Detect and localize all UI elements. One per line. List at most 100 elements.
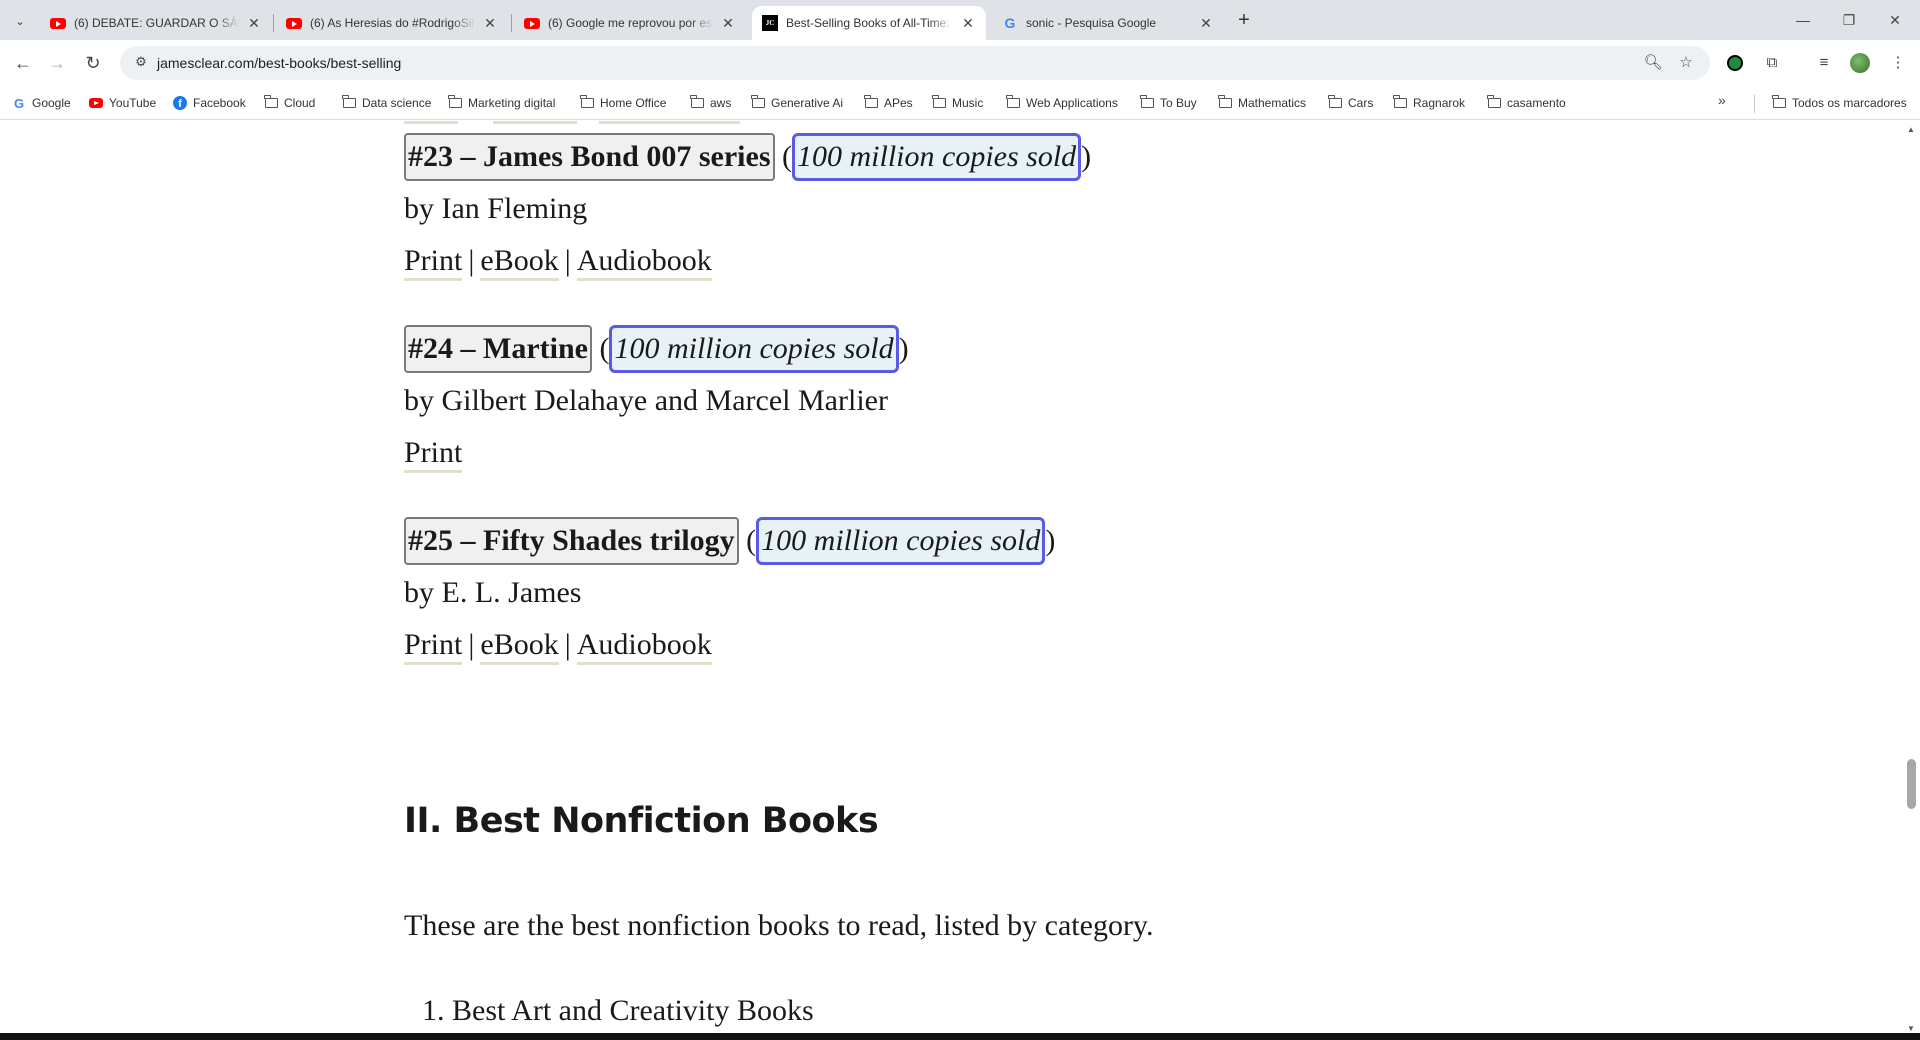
- bookmark-folder-web-applications[interactable]: Web Applications: [1006, 94, 1118, 112]
- arrow-left-icon: ←: [14, 52, 32, 73]
- copies-sold: 100 million copies sold: [609, 325, 899, 373]
- close-icon[interactable]: ✕: [482, 15, 498, 32]
- format-link-print[interactable]: Print: [404, 436, 463, 473]
- bookmark-folder-to-buy[interactable]: To Buy: [1140, 94, 1197, 112]
- bookmark-folder-cloud[interactable]: Cloud: [264, 94, 315, 112]
- new-tab-button[interactable]: +: [1232, 9, 1256, 33]
- tab-4-active[interactable]: JC Best-Selling Books of All-Time: ✕: [752, 6, 986, 40]
- bookmark-label: YouTube: [109, 96, 157, 110]
- bookmark-youtube[interactable]: YouTube: [89, 94, 156, 112]
- page-scrollbar[interactable]: ▲ ▼: [1903, 121, 1920, 1033]
- format-link-print[interactable]: Print: [404, 628, 463, 665]
- address-bar[interactable]: ⚙ jamesclear.com/best-books/best-selling…: [120, 46, 1710, 80]
- restore-button[interactable]: ❐: [1826, 0, 1872, 40]
- bookmark-folder-home-office[interactable]: Home Office: [580, 94, 666, 112]
- bookmark-folder-cars[interactable]: Cars: [1328, 94, 1373, 112]
- section-intro: These are the best nonfiction books to r…: [404, 909, 1154, 942]
- tab-1[interactable]: (6) DEBATE: GUARDAR O SÁBADO ✕: [40, 6, 272, 40]
- bookmark-folder-marketing-digital[interactable]: Marketing digital: [448, 94, 555, 112]
- category-list-item[interactable]: 1. Best Art and Creativity Books: [404, 994, 814, 1028]
- bookmark-label: To Buy: [1160, 96, 1197, 110]
- bookmark-label: Generative Ai: [771, 96, 844, 110]
- facebook-icon: f: [173, 96, 187, 110]
- book-rank-title[interactable]: #24 – Martine: [404, 325, 592, 373]
- google-icon: G: [1004, 15, 1016, 31]
- tab-separator: [273, 14, 274, 32]
- book-entry: #24 – Martine (100 million copies sold) …: [404, 323, 909, 479]
- tab-2[interactable]: (6) As Heresias do #RodrigoSilva ✕: [276, 6, 508, 40]
- bookmark-google[interactable]: G Google: [12, 94, 71, 112]
- folder-icon: [1487, 95, 1501, 110]
- site-info-icon[interactable]: ⚙: [132, 54, 150, 72]
- folder-icon: [580, 95, 594, 110]
- bookmark-label: Todos os marcadores: [1792, 96, 1907, 110]
- bookmark-all-bookmarks[interactable]: Todos os marcadores: [1772, 94, 1907, 112]
- book-author: by Ian Fleming: [404, 192, 588, 225]
- bookmarks-overflow-chevron-icon[interactable]: »: [1718, 92, 1726, 108]
- folder-icon: [448, 95, 462, 110]
- book-author: by Gilbert Delahaye and Marcel Marlier: [404, 384, 888, 417]
- minimize-button[interactable]: —: [1780, 0, 1826, 40]
- format-link-audiobook[interactable]: Audiobook: [576, 244, 712, 281]
- bookmark-folder-mathematics[interactable]: Mathematics: [1218, 94, 1306, 112]
- folder-icon: [264, 95, 278, 110]
- previous-link-underline: [493, 121, 577, 124]
- close-icon[interactable]: ✕: [720, 15, 736, 32]
- bookmark-facebook[interactable]: f Facebook: [173, 94, 246, 112]
- bookmark-folder-casamento[interactable]: casamento: [1487, 94, 1566, 112]
- extensions-puzzle-icon[interactable]: ⧉: [1760, 51, 1784, 75]
- book-entry: #25 – Fifty Shades trilogy (100 million …: [404, 515, 1055, 671]
- bookmark-folder-music[interactable]: Music: [932, 94, 983, 112]
- folder-icon: [1328, 95, 1342, 110]
- book-rank-title[interactable]: #25 – Fifty Shades trilogy: [404, 517, 739, 565]
- format-link-ebook[interactable]: eBook: [480, 244, 559, 281]
- page-viewport: #23 – James Bond 007 series (100 million…: [0, 121, 1903, 1033]
- bookmark-folder-apes[interactable]: APes: [864, 94, 913, 112]
- scrollbar-thumb[interactable]: [1907, 759, 1916, 809]
- format-link-ebook[interactable]: eBook: [480, 628, 559, 665]
- bookmark-folder-aws[interactable]: aws: [690, 94, 731, 112]
- book-rank-title[interactable]: #23 – James Bond 007 series: [404, 133, 775, 181]
- format-link-print[interactable]: Print: [404, 244, 463, 281]
- book-formats: Print: [404, 427, 909, 479]
- jc-icon: JC: [762, 15, 778, 31]
- book-entry: #23 – James Bond 007 series (100 million…: [404, 131, 1091, 287]
- tab-5[interactable]: G sonic - Pesquisa Google ✕: [992, 6, 1224, 40]
- book-title-line: #25 – Fifty Shades trilogy (100 million …: [404, 515, 1055, 567]
- tab-search-button[interactable]: ⌄: [8, 9, 32, 33]
- back-button[interactable]: ←: [8, 48, 38, 78]
- tab-title: sonic - Pesquisa Google: [1026, 16, 1157, 30]
- close-icon[interactable]: ✕: [960, 15, 976, 32]
- format-link-audiobook[interactable]: Audiobook: [576, 628, 712, 665]
- media-controls-icon[interactable]: ≡: [1812, 51, 1836, 75]
- bookmark-folder-generative-ai[interactable]: Generative Ai: [751, 94, 843, 112]
- bookmark-folder-ragnarok[interactable]: Ragnarok: [1393, 94, 1465, 112]
- restore-icon: ❐: [1842, 11, 1856, 28]
- plus-icon: +: [1238, 9, 1250, 31]
- bookmarks-divider: [1754, 95, 1755, 113]
- reload-button[interactable]: ↻: [78, 48, 108, 78]
- forward-button[interactable]: →: [42, 48, 72, 78]
- bookmark-label: Data science: [362, 96, 432, 110]
- bookmark-star-icon[interactable]: ☆: [1675, 52, 1697, 74]
- profile-avatar-icon[interactable]: [1848, 51, 1872, 75]
- close-icon: ✕: [1889, 11, 1901, 28]
- bookmark-label: Facebook: [193, 96, 246, 110]
- folder-icon: [1393, 95, 1407, 110]
- close-icon[interactable]: ✕: [246, 15, 262, 32]
- menu-kebab-icon[interactable]: ⋮: [1886, 51, 1910, 75]
- tab-3[interactable]: (6) Google me reprovou por esse ✕: [514, 6, 746, 40]
- tab-title: Best-Selling Books of All-Time:: [786, 16, 950, 30]
- book-formats: Print | eBook | Audiobook: [404, 619, 1055, 671]
- zoom-icon[interactable]: 🔍︎: [1642, 52, 1664, 74]
- extension-green-icon[interactable]: [1723, 51, 1747, 75]
- scroll-down-arrow-icon[interactable]: ▼: [1907, 1024, 1915, 1033]
- close-icon[interactable]: ✕: [1198, 15, 1214, 32]
- url-text[interactable]: jamesclear.com/best-books/best-selling: [157, 55, 401, 71]
- close-window-button[interactable]: ✕: [1872, 0, 1918, 40]
- section-heading: II. Best Nonfiction Books: [404, 801, 879, 841]
- scroll-up-arrow-icon[interactable]: ▲: [1907, 125, 1915, 134]
- bookmark-label: Ragnarok: [1413, 96, 1466, 110]
- book-title-line: #23 – James Bond 007 series (100 million…: [404, 131, 1091, 183]
- bookmark-folder-data-science[interactable]: Data science: [342, 94, 431, 112]
